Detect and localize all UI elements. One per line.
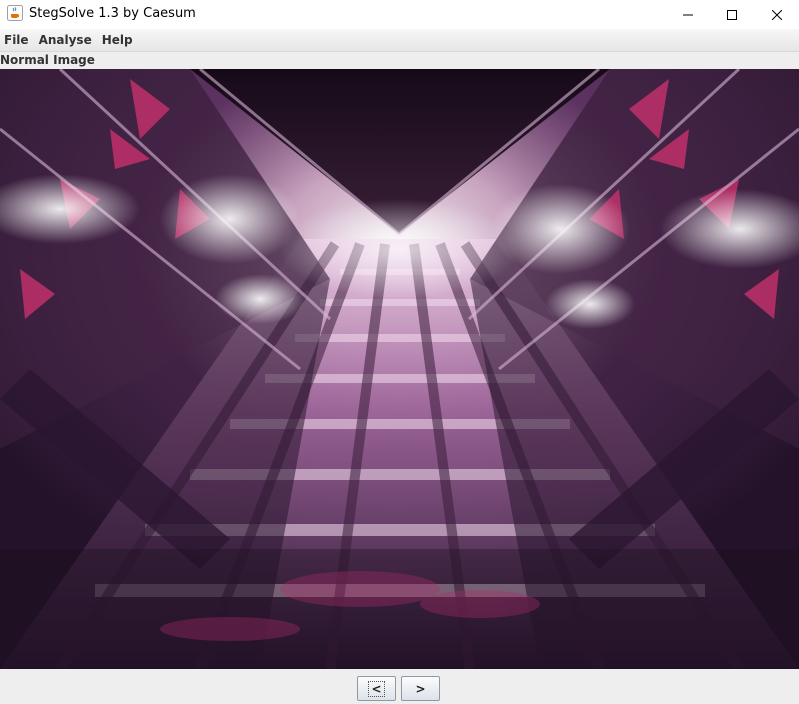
minimize-button[interactable] — [665, 0, 711, 29]
image-canvas — [0, 69, 799, 669]
previous-button[interactable]: < — [357, 676, 396, 701]
next-label: > — [415, 681, 426, 696]
view-mode-label: Normal Image — [0, 53, 95, 67]
close-icon — [772, 9, 782, 20]
maximize-button[interactable] — [709, 0, 755, 29]
previous-label: < — [368, 680, 385, 697]
window-title: StegSolve 1.3 by Caesum — [29, 6, 196, 21]
next-button[interactable]: > — [401, 676, 440, 701]
close-button[interactable] — [754, 0, 799, 29]
minimize-icon — [683, 14, 693, 15]
menu-analyse[interactable]: Analyse — [35, 30, 98, 50]
menu-help[interactable]: Help — [98, 30, 139, 50]
loaded-image — [0, 69, 799, 669]
menu-bar: File Analyse Help — [0, 29, 799, 52]
title-bar[interactable]: StegSolve 1.3 by Caesum — [0, 0, 799, 29]
maximize-icon — [727, 9, 737, 20]
java-cup-icon — [7, 5, 23, 21]
stegsolve-window: StegSolve 1.3 by Caesum File Analyse Hel… — [0, 0, 799, 704]
menu-file[interactable]: File — [0, 30, 35, 50]
